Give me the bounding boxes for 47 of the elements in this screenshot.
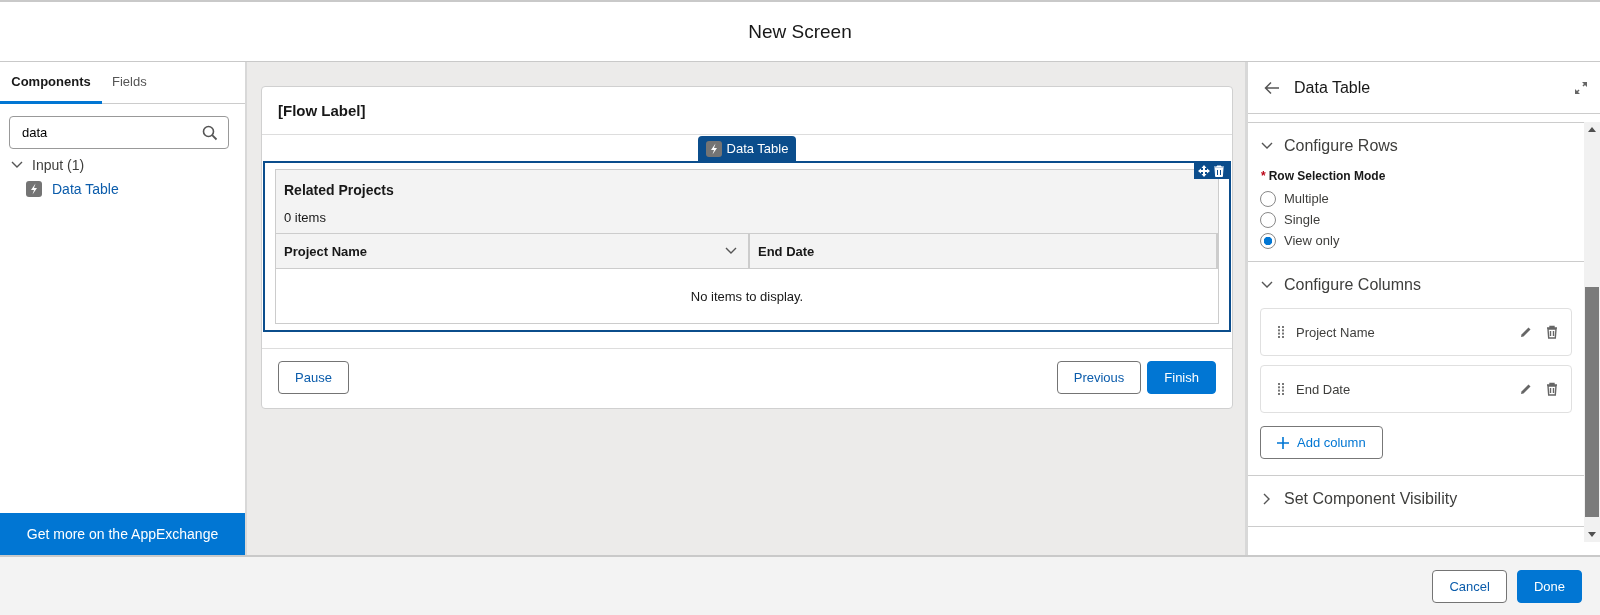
component-tag-label: Data Table — [726, 141, 789, 156]
pencil-icon — [1519, 382, 1533, 396]
flow-label: [Flow Label] — [278, 102, 366, 119]
search-icon — [202, 125, 218, 141]
trash-icon — [1545, 382, 1559, 396]
lightning-icon — [705, 140, 722, 157]
palette-tab[interactable]: Components — [0, 62, 102, 104]
trash-icon — [1545, 325, 1559, 339]
primary-button[interactable]: Finish — [1147, 361, 1216, 394]
field-label: Row Selection Mode — [1268, 169, 1386, 183]
section-header[interactable]: Configure Rows — [1260, 123, 1584, 169]
item-count: 0 items — [283, 209, 327, 227]
add-column-button[interactable]: Add column — [1260, 426, 1383, 459]
appexchange-link[interactable]: Get more on the AppExchange — [0, 513, 245, 555]
search-field[interactable]: data — [9, 116, 229, 149]
radio-button[interactable] — [1260, 232, 1276, 249]
drag-handle-icon — [1278, 383, 1284, 395]
radio-label: View only — [1284, 233, 1340, 248]
navigation-button[interactable]: Previous — [1056, 361, 1142, 394]
plus-icon — [1277, 436, 1289, 449]
required-mark: * — [1261, 169, 1266, 183]
pencil-icon — [1519, 325, 1533, 339]
column-label: End Date — [758, 243, 815, 259]
column-name: End Date — [1296, 381, 1352, 397]
done-button[interactable]: Done — [1516, 569, 1582, 603]
drag-handle-icon — [1278, 326, 1284, 338]
radio-label: Multiple — [1284, 191, 1329, 206]
component-link[interactable]: Data Table — [52, 181, 119, 197]
column-name: Project Name — [1296, 324, 1376, 340]
section-header[interactable]: Set Component Visibility — [1260, 476, 1584, 522]
radio-label: Single — [1284, 212, 1321, 227]
panel-title: Data Table — [1294, 78, 1372, 97]
modal-title: New Screen — [748, 20, 852, 43]
navigation-button[interactable]: Pause — [278, 361, 349, 394]
section-header[interactable]: Configure Columns — [1260, 262, 1584, 308]
back-arrow-icon — [1264, 80, 1280, 95]
expand-icon — [1574, 80, 1588, 95]
trash-icon — [1213, 165, 1225, 177]
lightning-icon — [26, 181, 42, 197]
table-title: Related Projects — [284, 182, 394, 198]
move-icon — [1198, 165, 1210, 177]
column-label: Project Name — [284, 243, 368, 259]
tree-group[interactable]: Input (1) — [0, 155, 245, 175]
palette-tab[interactable]: Fields — [102, 62, 157, 104]
cancel-button[interactable]: Cancel — [1432, 569, 1507, 603]
data-table-component[interactable]: Related Projects 0 items Project Name End Date No items to display. — [263, 161, 1231, 332]
empty-message: No items to display. — [276, 269, 1218, 323]
